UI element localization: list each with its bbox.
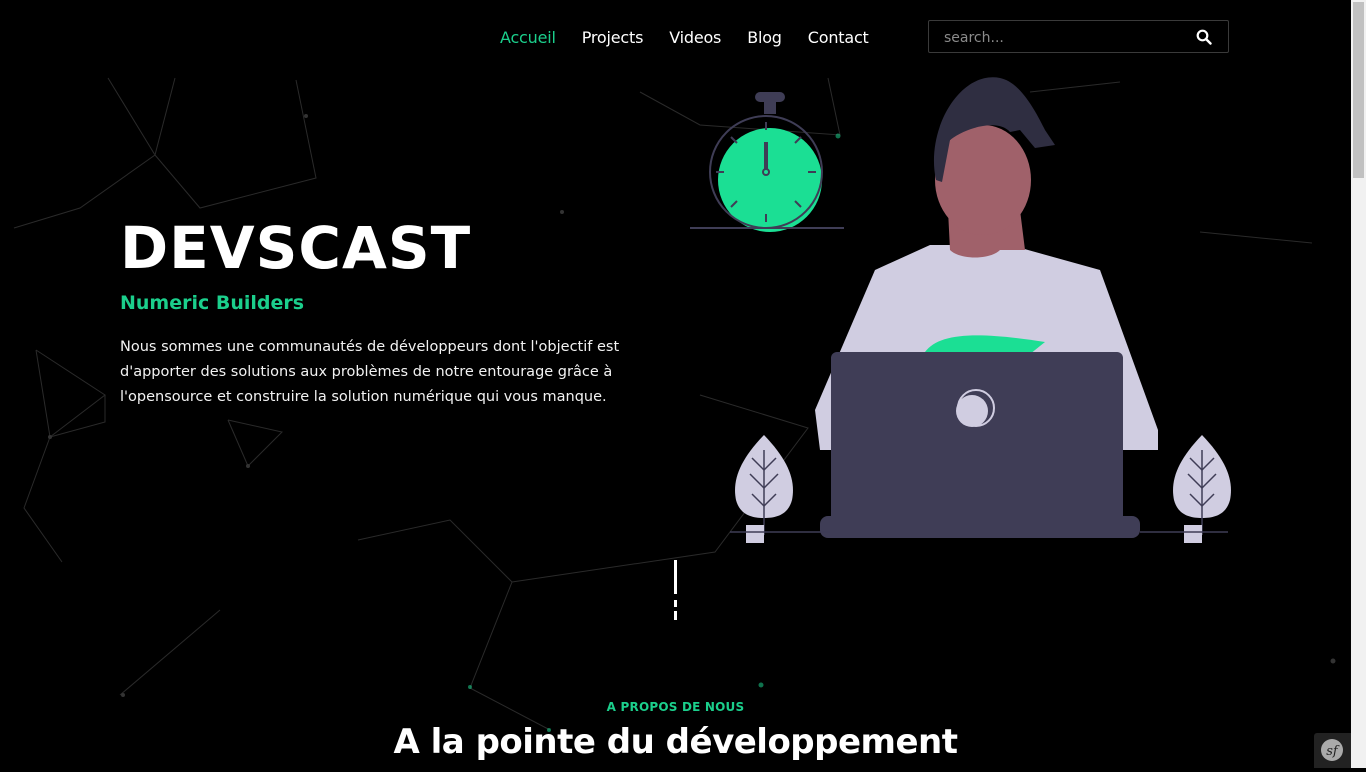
- hero-illustration: [690, 77, 1231, 543]
- plant-left-icon: [730, 435, 830, 543]
- symfony-toolbar-toggle[interactable]: sf: [1314, 733, 1351, 768]
- nav-item-projects[interactable]: Projects: [582, 26, 644, 50]
- page-scrollbar[interactable]: [1351, 0, 1366, 768]
- scrollbar-thumb[interactable]: [1353, 2, 1364, 178]
- symfony-icon: sf: [1321, 739, 1343, 761]
- search-input[interactable]: [929, 21, 1196, 54]
- stopwatch-icon: [690, 92, 844, 232]
- section-kicker: A PROPOS DE NOUS: [606, 700, 745, 714]
- nav-item-accueil[interactable]: Accueil: [500, 26, 556, 50]
- search-box: [928, 20, 1229, 54]
- hero-description: Nous sommes une communautés de développe…: [120, 339, 620, 405]
- nav-item-blog[interactable]: Blog: [747, 26, 782, 50]
- nav-item-videos[interactable]: Videos: [669, 26, 721, 50]
- hero-subtitle: Numeric Builders: [120, 292, 305, 314]
- main-nav: Accueil Projects Videos Blog Contact: [500, 26, 895, 50]
- search-icon[interactable]: [1196, 29, 1212, 45]
- scroll-indicator: [674, 560, 677, 620]
- plant-right-icon: [1140, 435, 1231, 543]
- nav-item-contact[interactable]: Contact: [808, 26, 869, 50]
- laptop-icon: [820, 352, 1140, 538]
- section-title: A la pointe du développement: [393, 722, 958, 762]
- hero-title: DEVSCAST: [120, 214, 472, 282]
